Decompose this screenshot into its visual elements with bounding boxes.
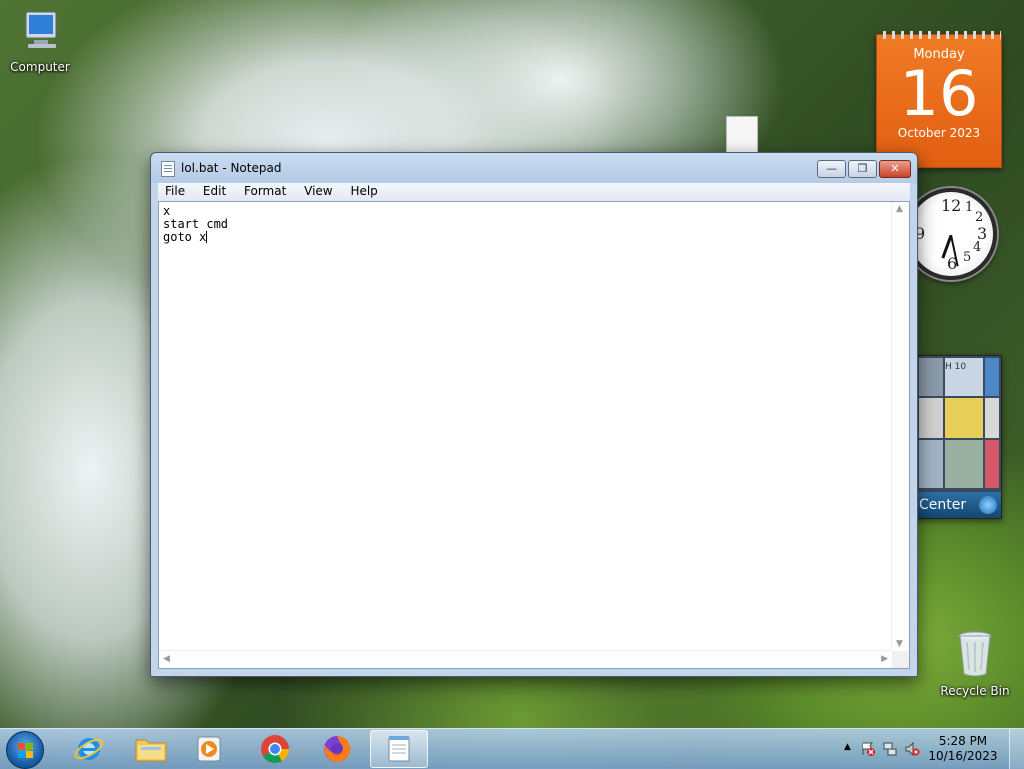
taskbar-internet-explorer[interactable]	[60, 730, 118, 768]
document-desktop-icon[interactable]	[726, 116, 758, 154]
action-center-warning-icon[interactable]	[860, 741, 876, 757]
mc-tile	[945, 440, 983, 488]
taskbar-time: 5:28 PM	[938, 734, 988, 748]
taskbar-chrome[interactable]	[246, 730, 304, 768]
menu-help[interactable]: Help	[343, 183, 384, 199]
mc-tile	[919, 398, 943, 438]
recycle-bin-icon	[935, 630, 1015, 681]
scrollbar-corner	[892, 651, 909, 668]
network-icon[interactable]	[882, 741, 898, 757]
menu-file[interactable]: File	[158, 183, 192, 199]
text-line: start cmd	[163, 217, 229, 231]
text-content[interactable]: x start cmd goto x	[163, 205, 887, 650]
windows-logo-icon	[18, 743, 34, 759]
window-title: lol.bat - Notepad	[181, 161, 282, 175]
caption-buttons: — ❐ ✕	[815, 160, 911, 178]
internet-explorer-icon	[74, 738, 104, 760]
taskbar-media-player[interactable]	[180, 730, 238, 768]
firefox-icon	[324, 735, 351, 762]
mc-tile	[945, 398, 983, 438]
text-line-last: goto x	[163, 231, 887, 244]
scroll-left-arrow-icon[interactable]: ◀	[163, 654, 170, 664]
text-line: x	[163, 204, 171, 218]
calendar-rings	[877, 31, 1001, 39]
recycle-bin-label: Recycle Bin	[940, 684, 1010, 698]
notepad-icon	[388, 736, 410, 762]
clock-number-5: 5	[963, 250, 972, 265]
menu-edit[interactable]: Edit	[196, 183, 233, 199]
text-caret	[206, 231, 208, 243]
title-bar[interactable]: lol.bat - Notepad — ❐ ✕	[151, 153, 917, 183]
calendar-month-year: October 2023	[897, 126, 981, 140]
text-line: goto x	[163, 230, 207, 244]
mc-tile	[919, 358, 943, 396]
mc-tile	[985, 440, 999, 488]
scroll-right-arrow-icon[interactable]: ▶	[881, 654, 888, 664]
scroll-down-arrow-icon[interactable]: ▼	[896, 639, 903, 649]
calendar-gadget[interactable]: Monday 16 October 2023	[876, 31, 1002, 168]
clock-number-1: 1	[965, 200, 974, 215]
horizontal-scrollbar[interactable]: ◀ ▶	[159, 650, 892, 668]
close-button[interactable]: ✕	[879, 160, 911, 178]
media-player-icon	[197, 736, 221, 762]
recycle-bin-desktop-icon[interactable]: Recycle Bin	[935, 630, 1015, 698]
media-center-gadget[interactable]: H 10 Center	[916, 355, 1002, 519]
minimize-button[interactable]: —	[817, 160, 846, 178]
clock-number-2: 2	[975, 210, 984, 225]
clock-gadget[interactable]: 12 3 6 9 1 2 4 5	[905, 188, 997, 306]
media-center-label: Center	[917, 492, 1001, 518]
minimize-icon: —	[826, 162, 837, 175]
notepad-icon	[161, 161, 175, 177]
computer-desktop-icon[interactable]: Computer	[0, 10, 80, 74]
text-editor[interactable]: x start cmd goto x ▲ ▼ ◀ ▶	[158, 201, 910, 669]
start-button[interactable]	[6, 731, 44, 769]
notepad-window[interactable]: lol.bat - Notepad — ❐ ✕ File Edit Format…	[150, 152, 918, 677]
menu-bar: File Edit Format View Help	[158, 183, 910, 201]
restore-icon: ❐	[857, 162, 868, 175]
chrome-icon	[261, 735, 289, 763]
taskbar-date: 10/16/2023	[928, 749, 998, 763]
mc-tile: H 10	[945, 358, 983, 396]
volume-muted-icon[interactable]	[904, 741, 920, 757]
show-hidden-icons-chevron-icon[interactable]: ▲	[844, 742, 851, 752]
mc-tile	[919, 440, 943, 488]
computer-label: Computer	[10, 60, 70, 74]
vertical-scrollbar[interactable]: ▲ ▼	[891, 202, 909, 651]
mc-tile	[985, 398, 999, 438]
mc-tile	[985, 358, 999, 396]
scroll-up-arrow-icon[interactable]: ▲	[896, 204, 903, 214]
show-desktop-button[interactable]	[1009, 729, 1024, 769]
taskbar-notepad[interactable]	[370, 730, 428, 768]
menu-format[interactable]: Format	[237, 183, 293, 199]
menu-view[interactable]: View	[297, 183, 339, 199]
windows-orb-icon	[979, 496, 997, 514]
taskbar-firefox[interactable]	[308, 730, 366, 768]
close-icon: ✕	[890, 162, 900, 175]
taskbar: ▲ 5:28 PM 10/16/2023	[0, 728, 1024, 769]
clock-number-4: 4	[973, 240, 982, 255]
system-tray: ▲ 5:28 PM 10/16/2023	[844, 729, 1024, 769]
calendar-day: 16	[899, 57, 979, 130]
taskbar-clock[interactable]: 5:28 PM 10/16/2023	[928, 734, 998, 764]
clock-face: 12 3 6 9 1 2 4 5	[905, 188, 997, 280]
computer-icon	[0, 10, 80, 57]
mc-tile-text: H 10	[945, 362, 967, 372]
folder-icon	[135, 739, 167, 762]
restore-button[interactable]: ❐	[848, 160, 877, 178]
media-center-label-text: Center	[919, 497, 967, 513]
taskbar-windows-explorer[interactable]	[122, 730, 180, 768]
clock-number-12: 12	[941, 196, 962, 215]
